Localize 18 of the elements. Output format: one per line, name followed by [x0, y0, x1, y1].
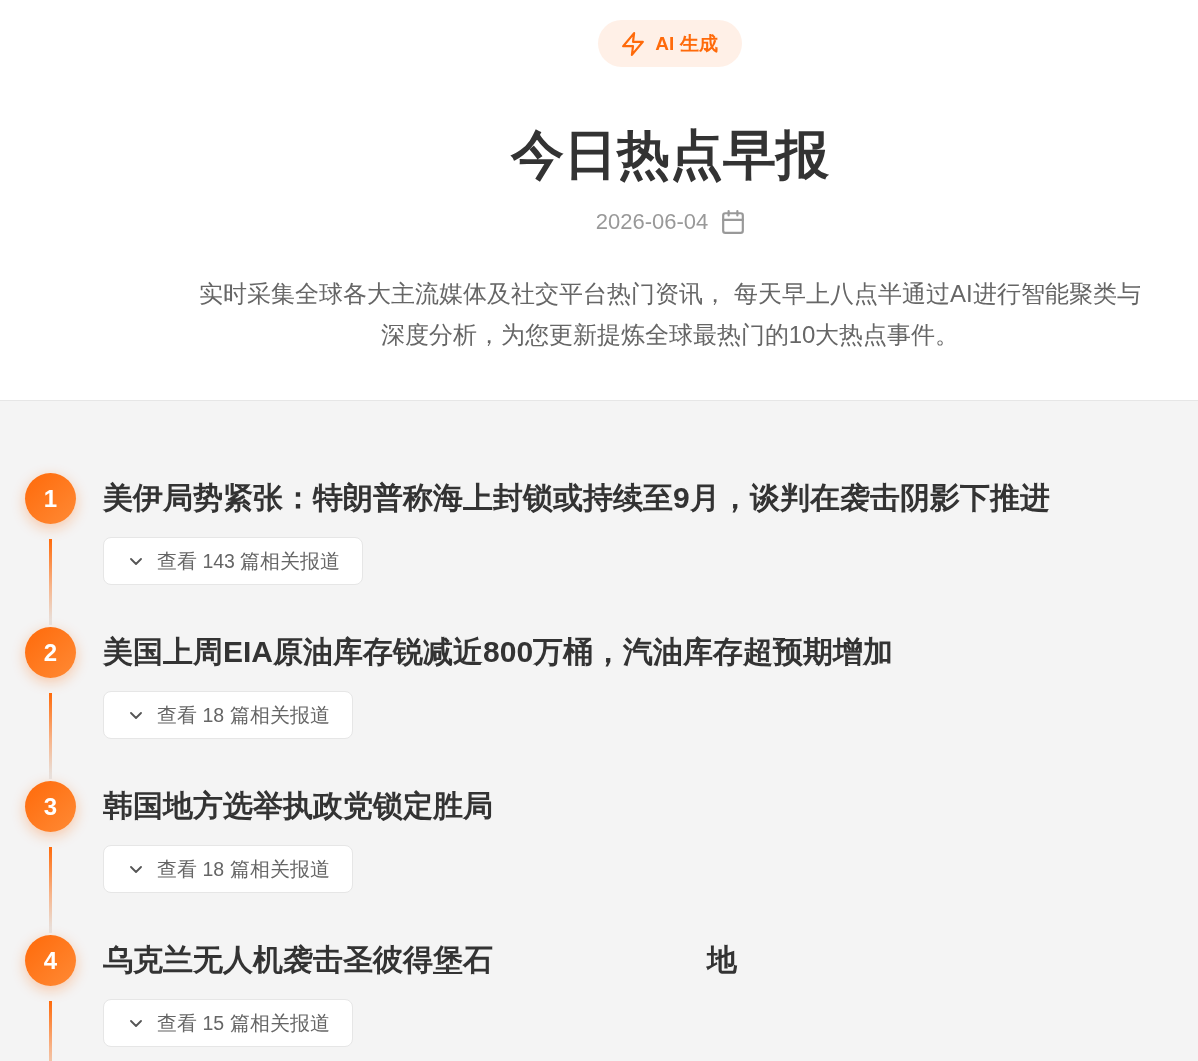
description-text: 实时采集全球各大主流媒体及社交平台热门资讯， 每天早上八点半通过AI进行智能聚类与深度分析，为您更新提炼全球最热门的10大热点事件。	[198, 279, 1142, 350]
badge-label: AI 生成	[655, 31, 718, 56]
lightning-icon	[622, 31, 645, 56]
related-reports-button[interactable]: 查看 18 篇相关报道	[103, 845, 353, 893]
related-reports-button[interactable]: 查看 143 篇相关报道	[103, 537, 364, 585]
news-title: 乌克兰无人机袭击圣彼得堡石 地	[103, 942, 738, 978]
related-reports-button[interactable]: 查看 18 篇相关报道	[103, 691, 353, 739]
date-text: 2026-06-04	[595, 209, 709, 235]
rank-badge: 3	[25, 781, 76, 832]
news-title: 韩国地方选举执政党锁定胜局	[103, 788, 494, 824]
rank-badge: 4	[25, 935, 76, 986]
related-reports-button[interactable]: 查看 15 篇相关报道	[103, 999, 353, 1047]
page-title: 今日热点早报	[511, 124, 829, 186]
calendar-icon	[722, 210, 745, 234]
news-title: 美国上周EIA原油库存锐减近800万桶，汽油库存超预期增加	[103, 634, 895, 670]
rank-badge: 1	[25, 473, 76, 524]
news-title: 美伊局势紧张：特朗普称海上封锁或持续至9月，谈判在袭击阴影下推进	[103, 480, 1051, 516]
rank-badge: 2	[25, 627, 76, 678]
